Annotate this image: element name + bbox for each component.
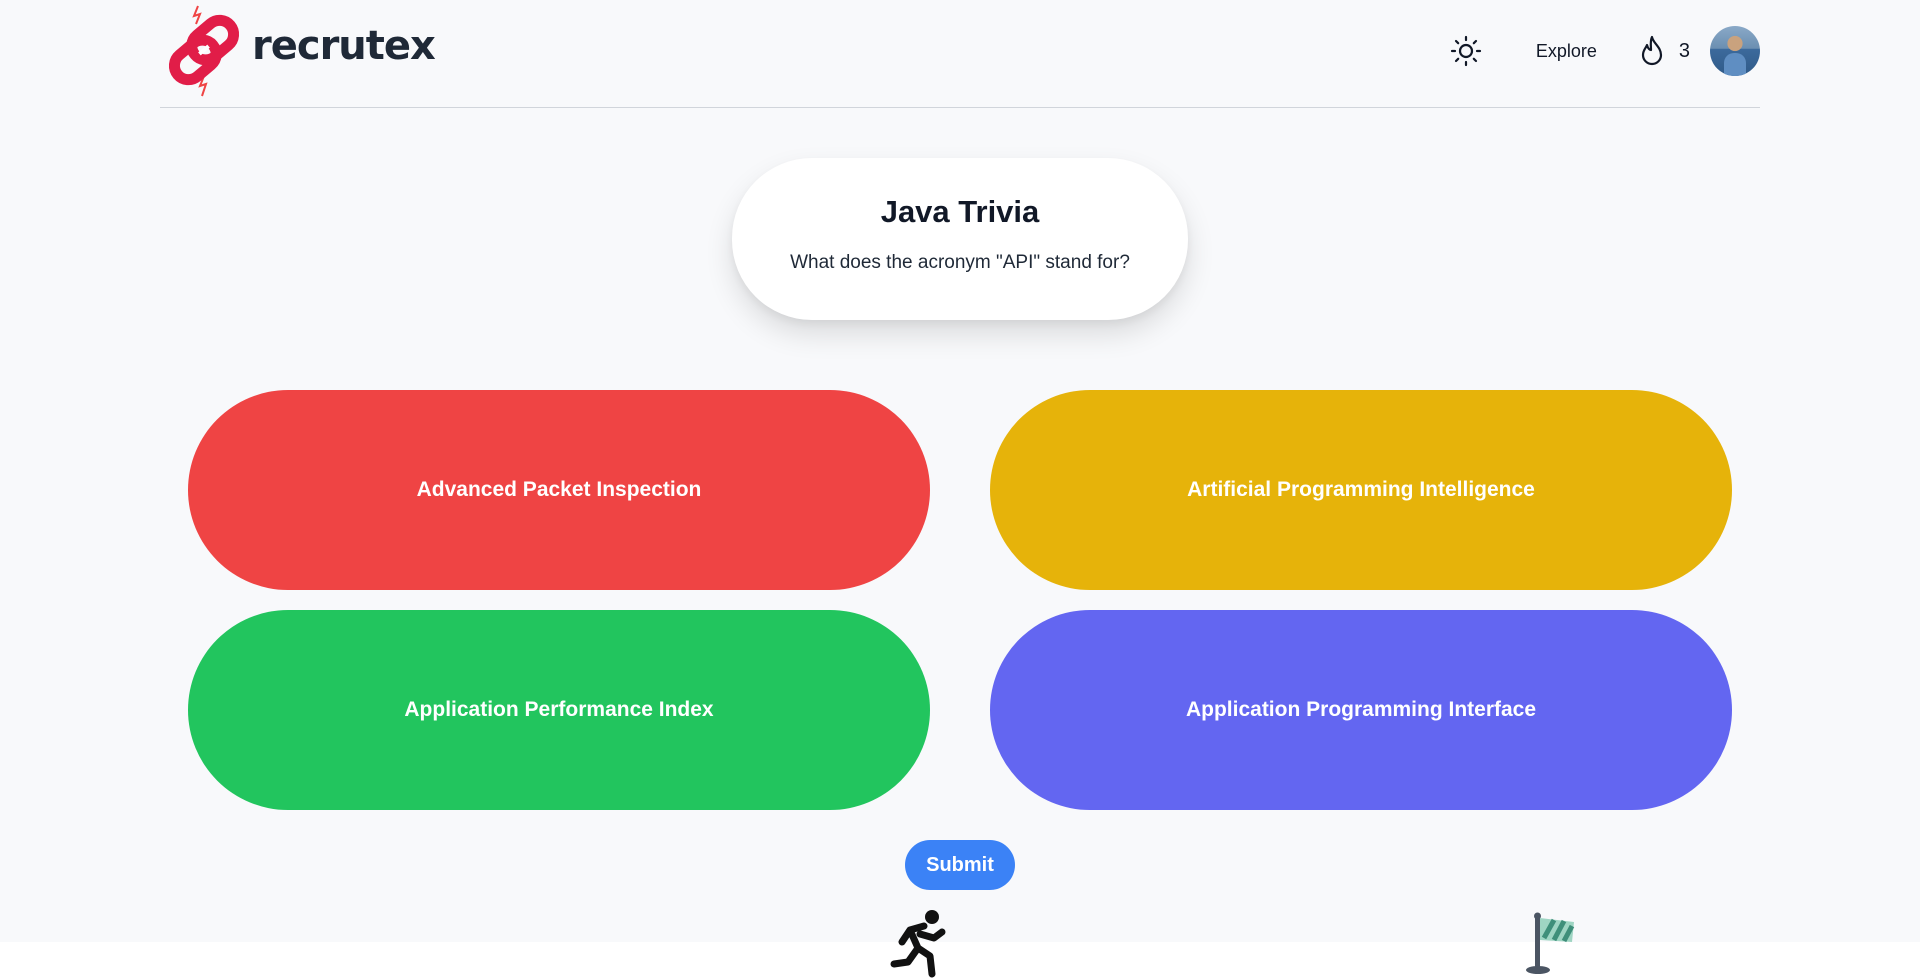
question-card: Java Trivia What does the acronym "API" … bbox=[732, 158, 1188, 320]
brand-name: recrutex bbox=[252, 23, 436, 69]
running-person-icon bbox=[890, 910, 946, 978]
top-navbar: recrutex Explore 3 bbox=[160, 0, 1760, 108]
progress-track bbox=[0, 942, 1920, 978]
answer-option-4[interactable]: Application Programming Interface bbox=[990, 610, 1732, 810]
finish-flag-icon bbox=[1526, 912, 1575, 974]
quiz-question: What does the acronym "API" stand for? bbox=[790, 252, 1130, 273]
avatar[interactable] bbox=[1710, 26, 1760, 76]
answer-option-3[interactable]: Application Performance Index bbox=[188, 610, 930, 810]
answer-option-1[interactable]: Advanced Packet Inspection bbox=[188, 390, 930, 590]
streak-counter: 3 bbox=[1639, 35, 1690, 67]
submit-button[interactable]: Submit bbox=[905, 840, 1015, 890]
brand-logo[interactable]: recrutex bbox=[160, 0, 436, 100]
explore-link[interactable]: Explore bbox=[1536, 41, 1597, 62]
logo-link-icon bbox=[168, 5, 240, 97]
answer-option-2[interactable]: Artificial Programming Intelligence bbox=[990, 390, 1732, 590]
quiz-title: Java Trivia bbox=[880, 194, 1040, 229]
fire-icon bbox=[1641, 35, 1662, 66]
streak-count: 3 bbox=[1678, 39, 1690, 62]
sun-icon[interactable] bbox=[1450, 35, 1482, 67]
nav-actions: Explore 3 bbox=[1450, 26, 1760, 76]
